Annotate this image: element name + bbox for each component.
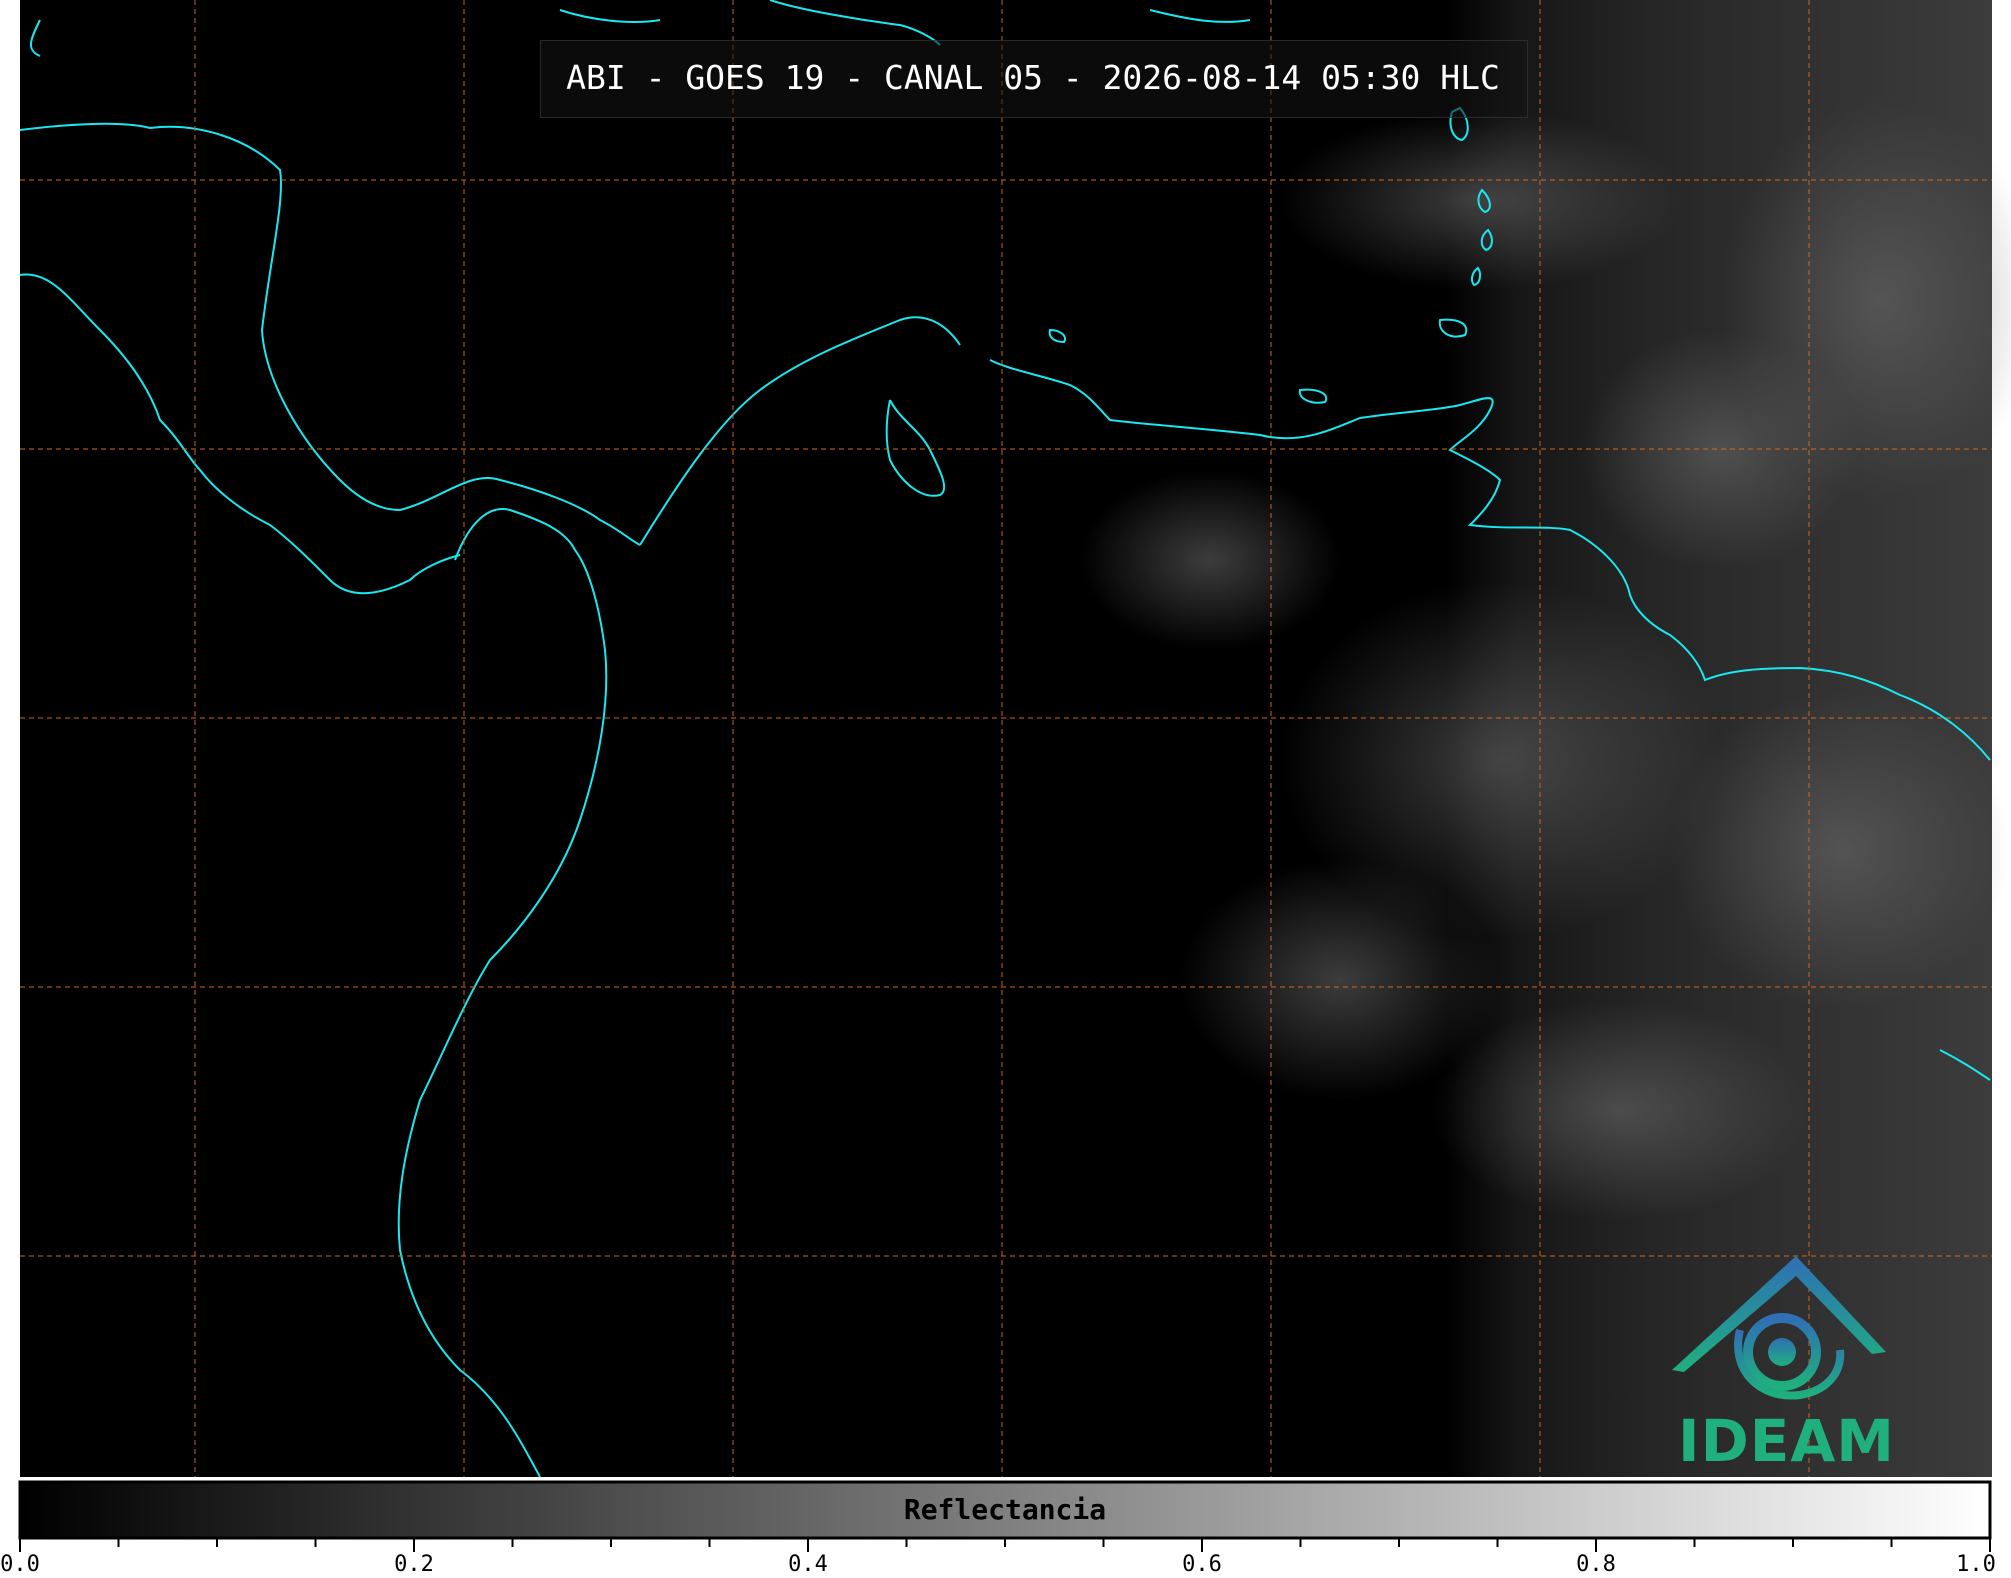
map-title: ABI - GOES 19 - CANAL 05 - 2026-08-14 05… <box>566 58 1500 97</box>
colorbar-tick-label: 0.0 <box>0 1552 40 1577</box>
colorbar-ticks <box>19 1538 1991 1552</box>
ideam-logo-text: IDEAM <box>1678 1407 1895 1475</box>
colorbar-tick-label: 0.4 <box>788 1552 828 1577</box>
colorbar-tick-label: 0.2 <box>394 1552 434 1577</box>
colorbar-tick-label: 0.8 <box>1576 1552 1616 1577</box>
colorbar-label: Reflectancia <box>903 1493 1107 1526</box>
satellite-map <box>18 0 2011 1552</box>
colorbar-tick-label: 1.0 <box>1956 1552 1996 1577</box>
colorbar-tick-label: 0.6 <box>1182 1552 1222 1577</box>
